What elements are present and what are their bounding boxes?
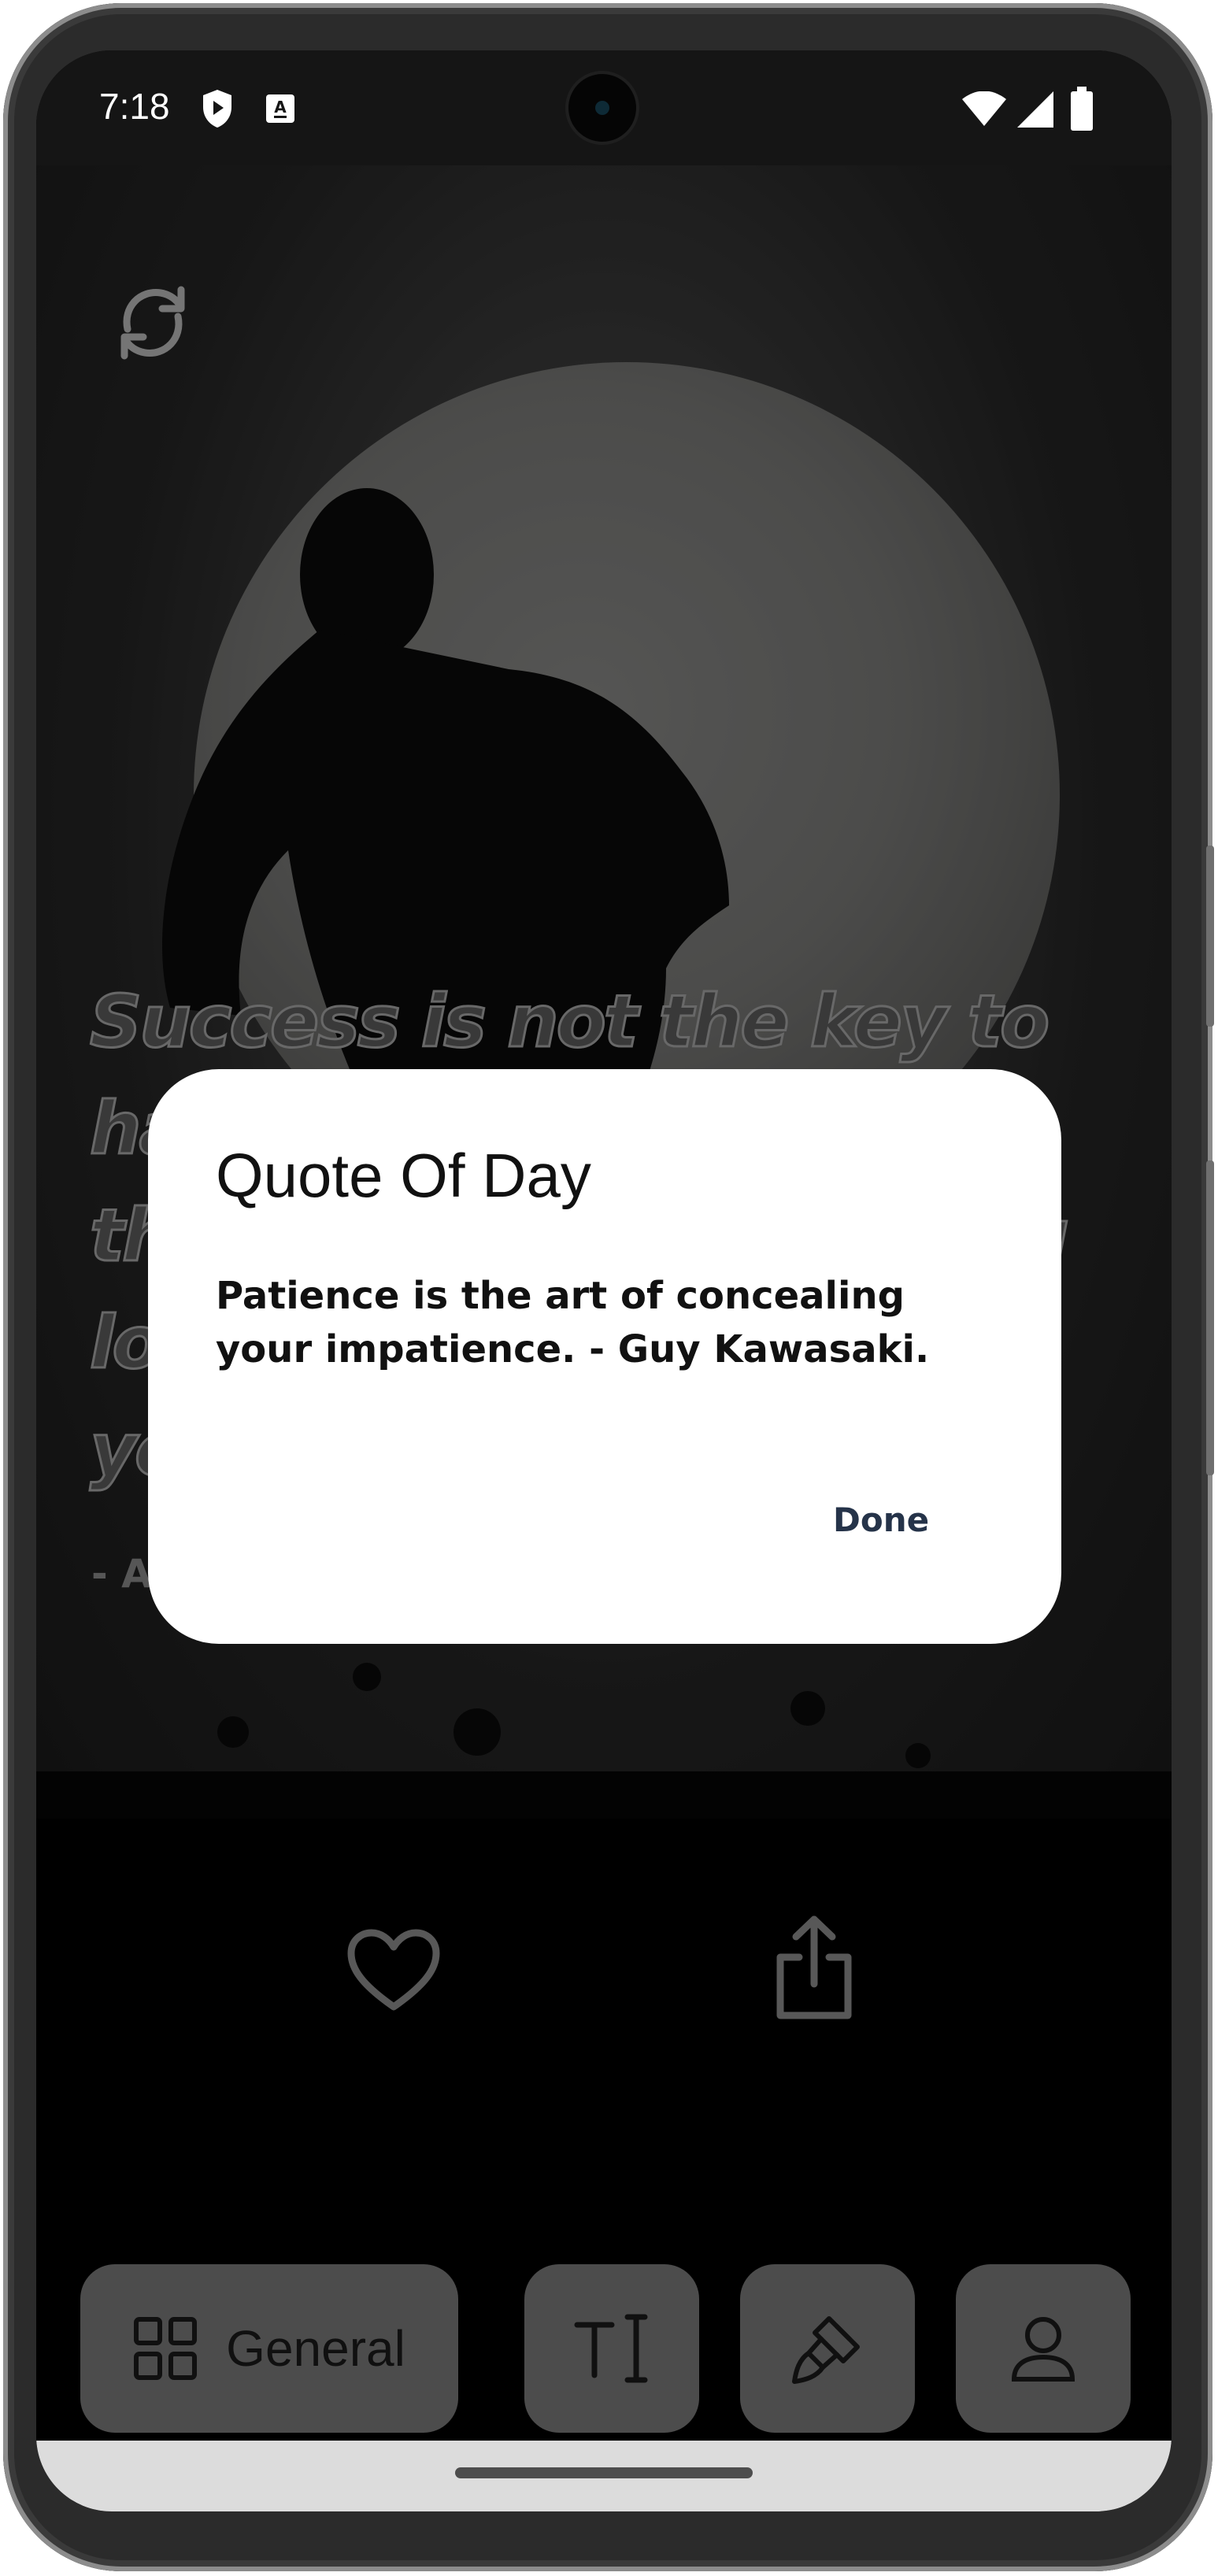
power-button — [1206, 1160, 1214, 1475]
status-bar: 7:18 A — [36, 50, 1172, 165]
signal-icon — [1017, 91, 1053, 131]
home-gesture-handle[interactable] — [455, 2467, 753, 2478]
dialog-title: Quote Of Day — [216, 1141, 591, 1210]
wifi-icon — [962, 91, 1006, 130]
quote-of-day-dialog: Quote Of Day Patience is the art of conc… — [148, 1069, 1061, 1644]
svg-text:A: A — [274, 98, 287, 117]
shield-icon — [200, 88, 235, 133]
front-camera — [568, 74, 636, 142]
main-content: Success is not the key to happiness. Hap… — [36, 165, 1172, 2511]
a-keyboard-icon: A — [265, 93, 296, 128]
done-button[interactable]: Done — [814, 1485, 948, 1555]
navigation-bar — [36, 2441, 1172, 2511]
phone-screen: 7:18 A Success is not the key to - A Gen… — [36, 50, 1172, 2511]
volume-button — [1206, 846, 1214, 1027]
dialog-quote-text: Patience is the art of concealing your i… — [216, 1274, 930, 1371]
status-time: 7:18 — [99, 86, 170, 127]
battery-icon — [1071, 87, 1093, 135]
